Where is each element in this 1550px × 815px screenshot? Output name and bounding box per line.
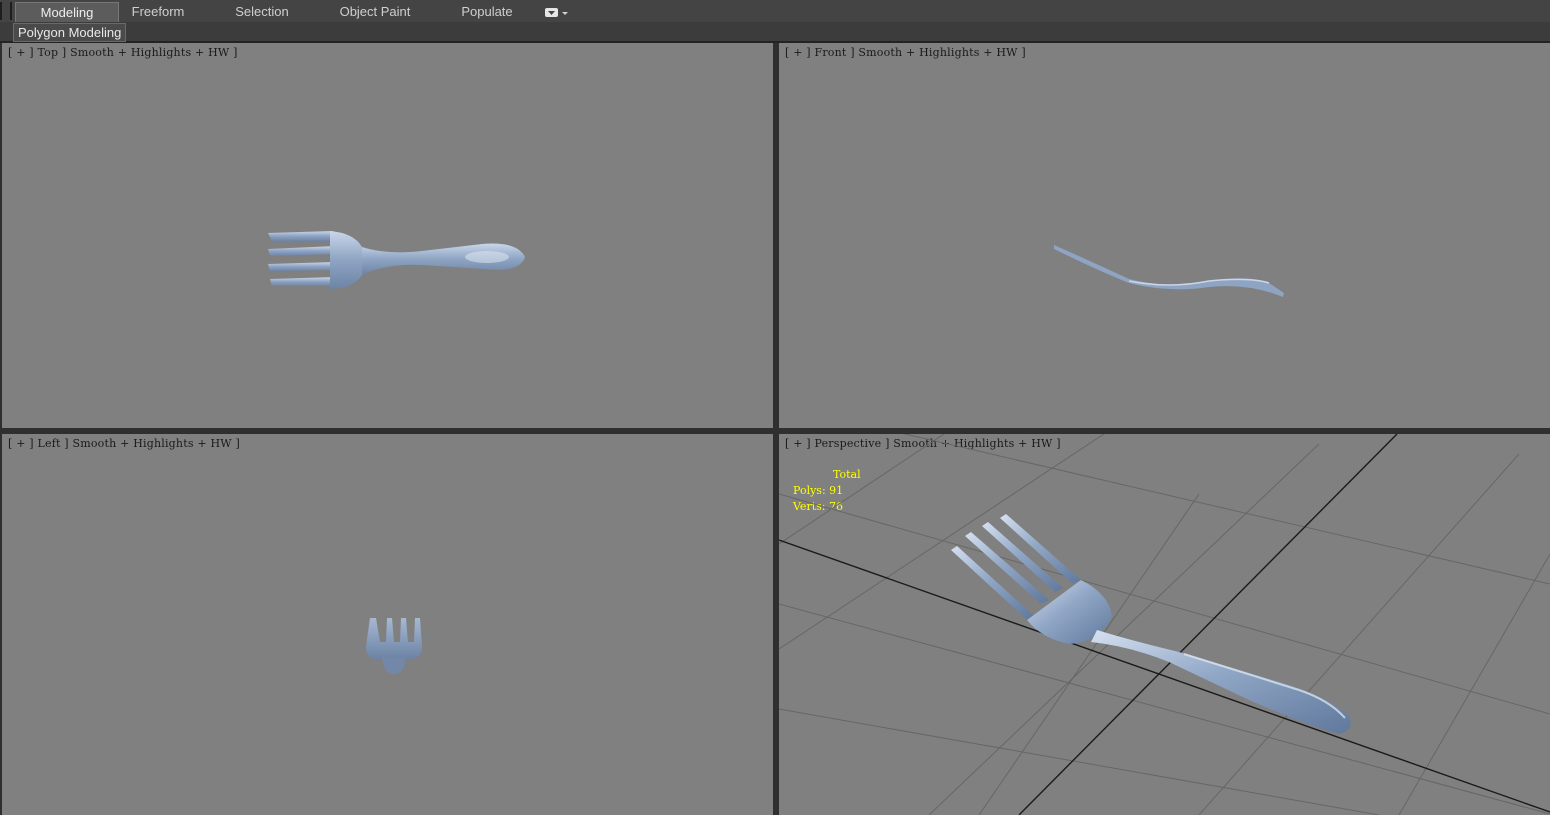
tab-freeform[interactable]: Freeform [118,2,198,22]
tab-object-paint[interactable]: Object Paint [330,2,420,22]
viewport-front[interactable]: [ + ] Front ] Smooth + Highlights + HW ] [779,43,1550,428]
viewport-perspective[interactable]: [ + ] Perspective ] Smooth + Highlights … [779,434,1550,815]
fork-front-view [1054,245,1284,297]
ribbon-options-icon [545,8,568,17]
tab-modeling[interactable]: Modeling [15,2,119,22]
viewport-left[interactable]: [ + ] Left ] Smooth + Highlights + HW ] [2,434,773,815]
tab-selection[interactable]: Selection [222,2,302,22]
home-grid [779,434,1550,815]
polygon-modeling-panel-button[interactable]: Polygon Modeling [13,23,127,42]
fork-perspective-model [951,514,1351,734]
ribbon-tab-bar: Modeling Freeform Selection Object Paint… [0,0,1550,23]
viewport-top[interactable]: [ + ] Top ] Smooth + Highlights + HW ] [2,43,773,428]
fork-top-view [268,231,525,289]
ribbon-grip[interactable] [0,2,12,20]
grid-axis-x [779,539,1550,813]
tab-populate[interactable]: Populate [452,2,522,22]
perspective-scene [779,434,1550,815]
ribbon-options-dropdown[interactable] [545,6,569,18]
ribbon-panel-bar: Polygon Modeling [0,22,1550,43]
fork-left-view [366,618,422,674]
